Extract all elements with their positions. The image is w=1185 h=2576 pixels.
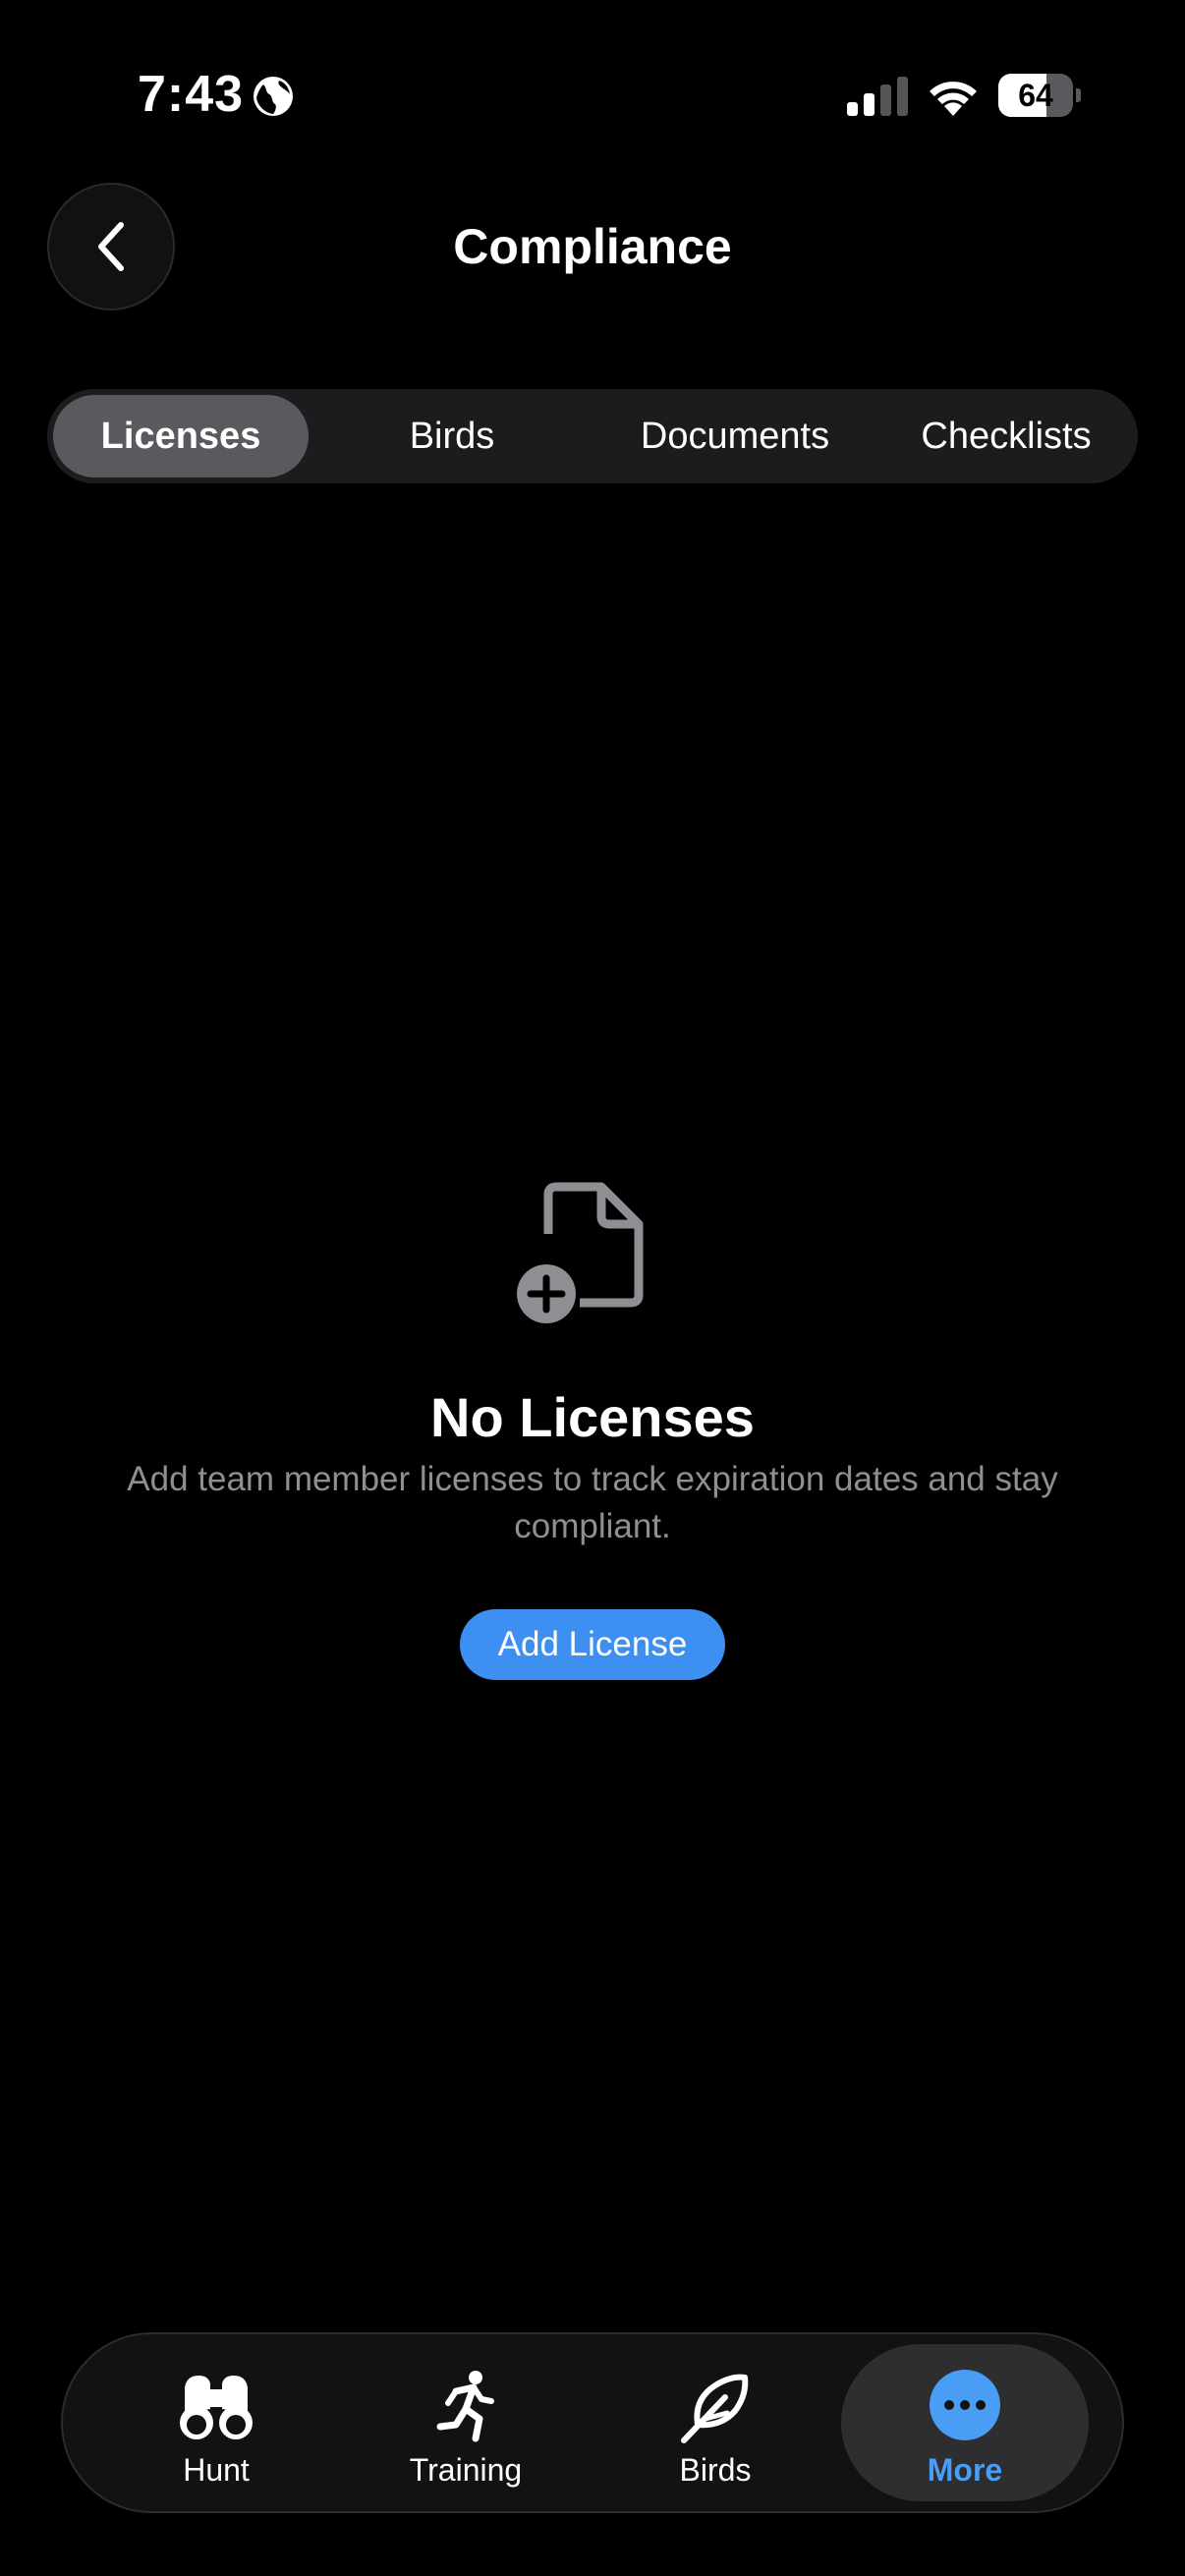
chevron-left-icon bbox=[98, 222, 124, 271]
binoculars-icon bbox=[180, 2376, 253, 2439]
tab-licenses[interactable]: Licenses bbox=[53, 395, 309, 477]
tab-bar-label-hunt: Hunt bbox=[183, 2452, 250, 2488]
tab-bar-label-training: Training bbox=[409, 2452, 523, 2488]
more-icon bbox=[930, 2370, 1000, 2440]
tab-bar-item-training[interactable]: Training bbox=[342, 2344, 590, 2501]
battery-level: 64 bbox=[1018, 78, 1053, 113]
bottom-tab-bar: Hunt Training Birds More bbox=[61, 2332, 1124, 2513]
battery-tip bbox=[1076, 88, 1081, 102]
status-time: 7:43 bbox=[138, 66, 245, 123]
tab-bar-label-more: More bbox=[927, 2452, 1003, 2488]
wifi-icon bbox=[930, 82, 977, 116]
page-title: Compliance bbox=[453, 219, 732, 274]
running-person-icon bbox=[436, 2371, 494, 2442]
cellular-signal-icon bbox=[847, 77, 908, 116]
add-license-button[interactable]: Add License bbox=[460, 1609, 725, 1680]
tab-documents[interactable]: Documents bbox=[597, 395, 873, 477]
status-bar: 7:43 64 bbox=[0, 0, 1185, 187]
tab-bar-item-birds[interactable]: Birds bbox=[592, 2344, 839, 2501]
back-button[interactable] bbox=[47, 183, 175, 310]
tab-bar-label-birds: Birds bbox=[679, 2452, 752, 2488]
tab-bar-item-more[interactable]: More bbox=[841, 2344, 1089, 2501]
tab-birds[interactable]: Birds bbox=[324, 395, 580, 477]
empty-state-description: Add team member licenses to track expira… bbox=[127, 1460, 1058, 1545]
tab-checklists[interactable]: Checklists bbox=[880, 395, 1132, 477]
tab-bar-item-hunt[interactable]: Hunt bbox=[92, 2344, 340, 2501]
document-add-icon bbox=[517, 1182, 644, 1323]
segmented-control: Licenses Birds Documents Checklists bbox=[47, 389, 1138, 483]
empty-state-title: No Licenses bbox=[430, 1386, 755, 1448]
battery-indicator: 64 bbox=[998, 74, 1081, 117]
battery-body: 64 bbox=[998, 74, 1073, 117]
feather-icon bbox=[681, 2374, 749, 2443]
globe-icon bbox=[254, 77, 293, 116]
